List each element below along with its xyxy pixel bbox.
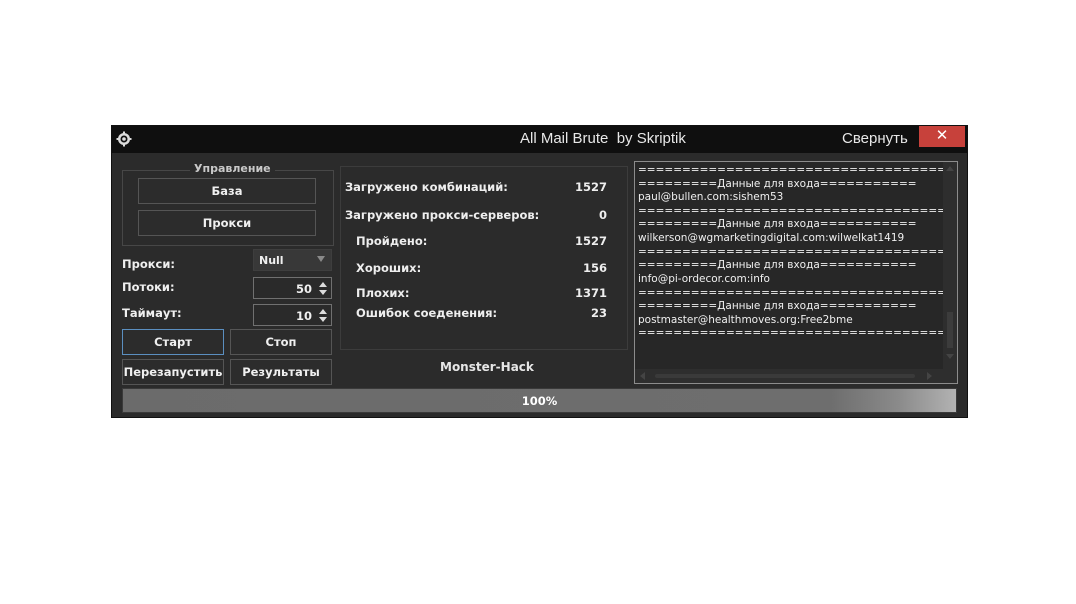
log-line: =====================================	[638, 164, 958, 176]
stats-panel: Загружено комбинаций: 1527 Загружено про…	[340, 166, 628, 350]
timeout-down-arrow-icon[interactable]	[319, 317, 327, 322]
log-line: =========Данные для входа===========	[638, 178, 917, 190]
scroll-left-arrow-icon[interactable]	[640, 372, 645, 380]
scroll-down-arrow-icon[interactable]	[946, 354, 954, 359]
proxies-loaded-label: Загружено прокси-серверов:	[345, 208, 540, 222]
proxy-button[interactable]: Прокси	[138, 210, 316, 236]
timeout-value: 10	[295, 309, 312, 323]
proxy-select-value: Null	[259, 254, 284, 267]
scroll-right-arrow-icon[interactable]	[927, 372, 932, 380]
log-line: wilkerson@wgmarketingdigital.com:wilwelk…	[638, 232, 905, 244]
combos-loaded-value: 1527	[574, 180, 607, 194]
timeout-label: Таймаут:	[122, 306, 182, 320]
bad-value: 1371	[574, 286, 607, 300]
minimize-button[interactable]: Свернуть	[842, 130, 908, 147]
horizontal-scroll-thumb[interactable]	[655, 374, 915, 378]
threads-stepper[interactable]: 50	[253, 277, 332, 299]
progress-label: 100%	[521, 394, 558, 408]
restart-button[interactable]: Перезапустить	[122, 359, 224, 385]
title-bar[interactable]: All Mail Brute by Skriptik Свернуть ✕	[112, 126, 967, 153]
results-button[interactable]: Результаты	[230, 359, 332, 385]
vertical-scrollbar[interactable]	[943, 162, 957, 369]
chevron-down-icon	[317, 256, 325, 262]
log-line: postmaster@healthmoves.org:Free2bme	[638, 314, 853, 326]
log-line: =====================================	[638, 246, 958, 258]
app-window: All Mail Brute by Skriptik Свернуть ✕ Уп…	[111, 125, 968, 418]
log-line: info@pi-ordecor.com:info	[638, 273, 770, 285]
proxy-select[interactable]: Null	[253, 249, 332, 271]
scroll-up-arrow-icon[interactable]	[946, 166, 954, 171]
base-button[interactable]: База	[138, 178, 316, 204]
log-textbox[interactable]: ===================================== ==…	[634, 161, 958, 384]
good-label: Хороших:	[356, 261, 422, 275]
log-line: =====================================	[638, 327, 958, 339]
timeout-stepper[interactable]: 10	[253, 304, 332, 326]
start-button[interactable]: Старт	[122, 329, 224, 355]
passed-label: Пройдено:	[356, 234, 428, 248]
control-group-label: Управление	[190, 162, 275, 175]
proxy-label: Прокси:	[122, 257, 176, 271]
timeout-up-arrow-icon[interactable]	[319, 309, 327, 314]
vertical-scroll-thumb[interactable]	[947, 312, 953, 348]
connection-errors-value: 23	[590, 306, 607, 320]
window-title: All Mail Brute by Skriptik	[520, 130, 686, 147]
close-button[interactable]: ✕	[919, 126, 965, 147]
threads-value: 50	[295, 282, 312, 296]
app-gear-icon	[116, 131, 132, 147]
log-line: =====================================	[638, 205, 958, 217]
threads-up-arrow-icon[interactable]	[319, 282, 327, 287]
log-line: =========Данные для входа===========	[638, 300, 917, 312]
progress-bar: 100%	[122, 388, 957, 413]
connection-errors-label: Ошибок соеденения:	[356, 306, 498, 320]
log-line: paul@bullen.com:sishem53	[638, 191, 784, 203]
good-value: 156	[582, 261, 607, 275]
brand-label: Monster-Hack	[440, 360, 534, 374]
log-line: =========Данные для входа===========	[638, 218, 917, 230]
proxies-loaded-value: 0	[598, 208, 607, 222]
passed-value: 1527	[574, 234, 607, 248]
stop-button[interactable]: Стоп	[230, 329, 332, 355]
log-line: =========Данные для входа===========	[638, 259, 917, 271]
combos-loaded-label: Загружено комбинаций:	[345, 180, 508, 194]
bad-label: Плохих:	[356, 286, 410, 300]
threads-down-arrow-icon[interactable]	[319, 290, 327, 295]
log-line: =====================================	[638, 287, 958, 299]
threads-label: Потоки:	[122, 280, 175, 294]
horizontal-scrollbar[interactable]	[635, 369, 957, 383]
